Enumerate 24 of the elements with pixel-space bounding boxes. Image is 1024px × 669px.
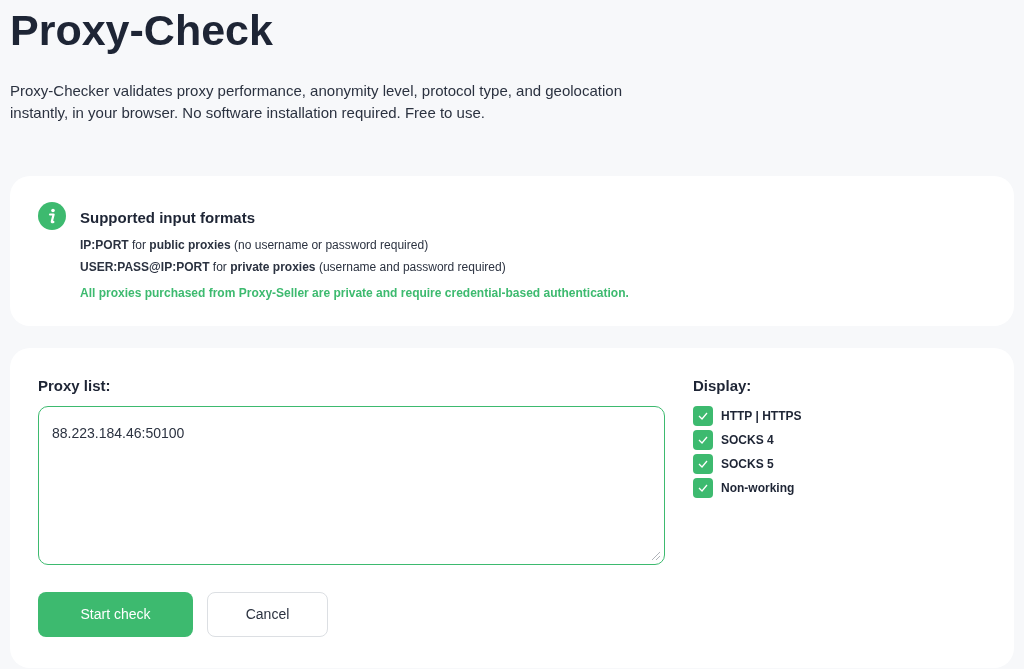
cancel-button[interactable]: Cancel [207, 592, 328, 637]
checkbox-label: HTTP | HTTPS [721, 408, 802, 425]
format-line: USER:PASS@IP:PORT for private proxies (username and password required) [80, 259, 506, 276]
info-note: All proxies purchased from Proxy-Seller are private and require credential-based authentication. [80, 285, 629, 302]
page-title: Proxy-Check [10, 5, 273, 56]
info-icon [38, 202, 66, 230]
checkbox[interactable] [693, 454, 713, 474]
checkbox-label: SOCKS 5 [721, 456, 774, 473]
resize-handle-icon[interactable] [652, 552, 660, 560]
checkmark-icon [698, 436, 708, 444]
checkmark-icon [698, 412, 708, 420]
checkbox[interactable] [693, 478, 713, 498]
display-label: Display: [693, 376, 752, 396]
checkmark-icon [698, 460, 708, 468]
format-line: IP:PORT for public proxies (no username or password required) [80, 237, 429, 254]
info-title: Supported input formats [80, 208, 255, 228]
proxy-list-field[interactable]: 88.223.184.46:50100 [38, 406, 665, 565]
checkbox-label: Non-working [721, 480, 795, 497]
checkmark-icon [698, 484, 708, 492]
checkbox[interactable] [693, 430, 713, 450]
checkbox-label: SOCKS 4 [721, 432, 774, 449]
proxy-list-label: Proxy list: [38, 376, 111, 396]
page-description: Proxy-Checker validates proxy performance, anonymity level, protocol type, and geolocation instantly, in your browser. No software installation required. Free to use. [10, 81, 623, 123]
checkbox[interactable] [693, 406, 713, 426]
